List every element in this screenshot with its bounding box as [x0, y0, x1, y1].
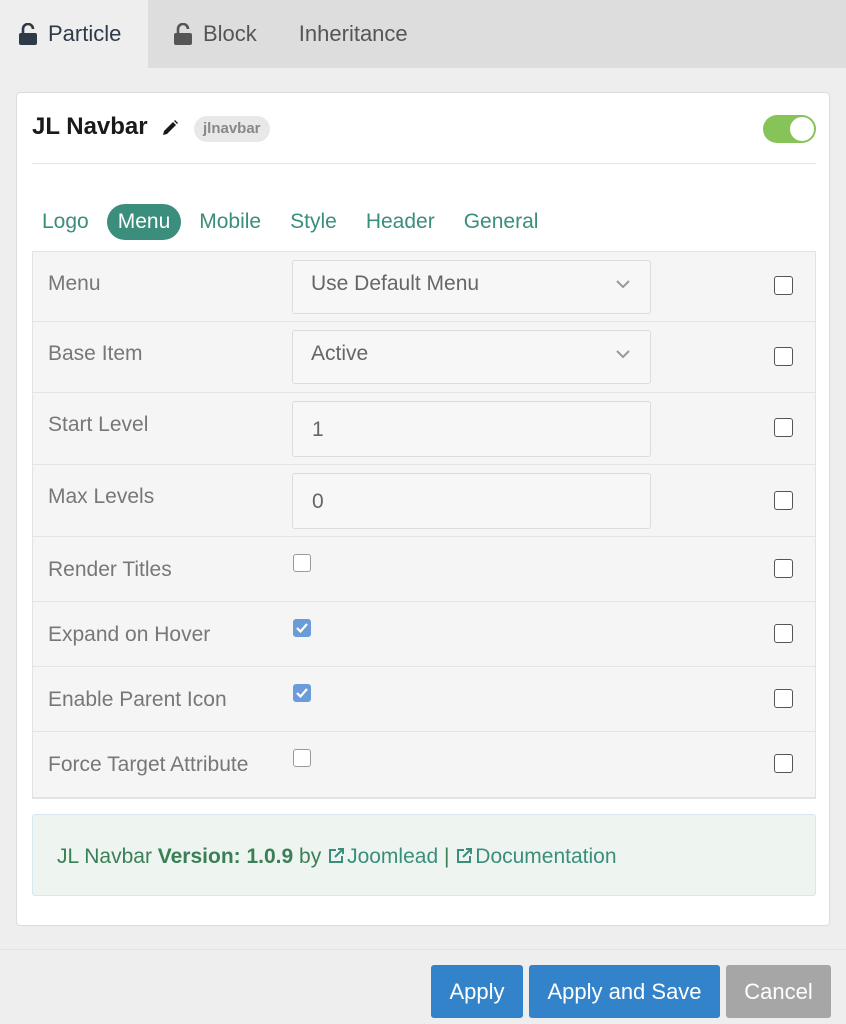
menu-select[interactable]: Use Default Menu: [292, 260, 651, 314]
enable-toggle[interactable]: [763, 115, 816, 143]
base-item-select[interactable]: Active: [292, 330, 651, 384]
external-link-icon: [329, 848, 345, 863]
start-level-input[interactable]: 1: [292, 401, 651, 457]
tab-mobile[interactable]: Mobile: [188, 204, 272, 240]
field-label: Enable Parent Icon: [48, 688, 227, 711]
tab-particle-label: Particle: [48, 21, 122, 46]
tab-inheritance[interactable]: Inheritance: [278, 0, 429, 68]
settings-table: Menu Use Default Menu Base Item Active S…: [32, 251, 816, 799]
chevron-down-icon: [616, 280, 630, 289]
setting-row-render-titles: Render Titles: [33, 537, 815, 602]
setting-row-enable-parent-icon: Enable Parent Icon: [33, 667, 815, 732]
setting-row-force-target-attribute: Force Target Attribute: [33, 732, 815, 798]
apply-and-save-button[interactable]: Apply and Save: [529, 965, 720, 1018]
setting-row-menu: Menu Use Default Menu: [33, 252, 815, 322]
field-label: Base Item: [48, 342, 143, 365]
override-checkbox[interactable]: [774, 276, 793, 295]
tab-general[interactable]: General: [453, 204, 550, 240]
author-link-label: Joomlead: [347, 845, 439, 868]
tab-block[interactable]: Block: [148, 0, 278, 68]
separator: |: [443, 845, 450, 868]
field-label: Start Level: [48, 413, 149, 436]
info-box: JL Navbar Version: 1.0.9 by Joomlead | D…: [32, 814, 816, 896]
setting-row-expand-on-hover: Expand on Hover: [33, 602, 815, 667]
external-link-icon: [457, 848, 473, 863]
enable-parent-icon-checkbox[interactable]: [293, 684, 311, 702]
field-label: Menu: [48, 272, 101, 295]
apply-button[interactable]: Apply: [431, 965, 523, 1018]
field-label: Render Titles: [48, 558, 172, 581]
override-checkbox[interactable]: [774, 418, 793, 437]
override-checkbox[interactable]: [774, 754, 793, 773]
tab-style[interactable]: Style: [279, 204, 348, 240]
tab-header[interactable]: Header: [355, 204, 446, 240]
base-item-select-value: Active: [311, 342, 369, 365]
lock-open-icon: [19, 23, 37, 45]
expand-on-hover-checkbox[interactable]: [293, 619, 311, 637]
check-icon: [296, 688, 308, 699]
author-link[interactable]: Joomlead: [327, 845, 444, 868]
override-checkbox[interactable]: [774, 689, 793, 708]
settings-tabs: Logo Menu Mobile Style Header General: [31, 204, 556, 240]
force-target-attribute-checkbox[interactable]: [293, 749, 311, 767]
field-label: Force Target Attribute: [48, 753, 249, 776]
check-icon: [296, 623, 308, 634]
tab-inheritance-label: Inheritance: [298, 21, 408, 46]
setting-row-max-levels: Max Levels 0: [33, 465, 815, 537]
override-checkbox[interactable]: [774, 559, 793, 578]
top-tab-bar: Particle Block Inheritance: [0, 0, 846, 68]
menu-select-value: Use Default Menu: [311, 272, 480, 295]
particle-title: JL Navbar: [32, 113, 148, 140]
card-header: JL Navbar jlnavbar: [17, 93, 829, 164]
chevron-down-icon: [616, 350, 630, 359]
field-label: Max Levels: [48, 485, 155, 508]
setting-row-base-item: Base Item Active: [33, 322, 815, 393]
tab-particle[interactable]: Particle: [0, 0, 148, 68]
override-checkbox[interactable]: [774, 624, 793, 643]
documentation-link-label: Documentation: [475, 845, 617, 868]
by-label: by: [299, 845, 322, 868]
particle-name: JL Navbar: [57, 845, 152, 868]
divider: [32, 163, 816, 164]
tab-block-label: Block: [203, 21, 257, 46]
tab-menu[interactable]: Menu: [106, 204, 182, 240]
render-titles-checkbox[interactable]: [293, 554, 311, 572]
version-info: JL Navbar Version: 1.0.9 by Joomlead | D…: [57, 845, 617, 869]
override-checkbox[interactable]: [774, 491, 793, 510]
override-checkbox[interactable]: [774, 347, 793, 366]
lock-open-icon: [174, 23, 192, 45]
footer-divider: [0, 949, 846, 950]
tab-logo[interactable]: Logo: [31, 204, 100, 240]
max-levels-input[interactable]: 0: [292, 473, 651, 529]
field-label: Expand on Hover: [48, 623, 211, 646]
particle-card: JL Navbar jlnavbar Logo Menu Mobile Styl…: [16, 92, 830, 926]
cancel-button[interactable]: Cancel: [726, 965, 831, 1018]
particle-id-badge: jlnavbar: [194, 116, 270, 142]
documentation-link[interactable]: Documentation: [455, 845, 617, 868]
version-label: Version: 1.0.9: [157, 845, 294, 868]
pencil-icon[interactable]: [161, 119, 179, 137]
setting-row-start-level: Start Level 1: [33, 393, 815, 465]
